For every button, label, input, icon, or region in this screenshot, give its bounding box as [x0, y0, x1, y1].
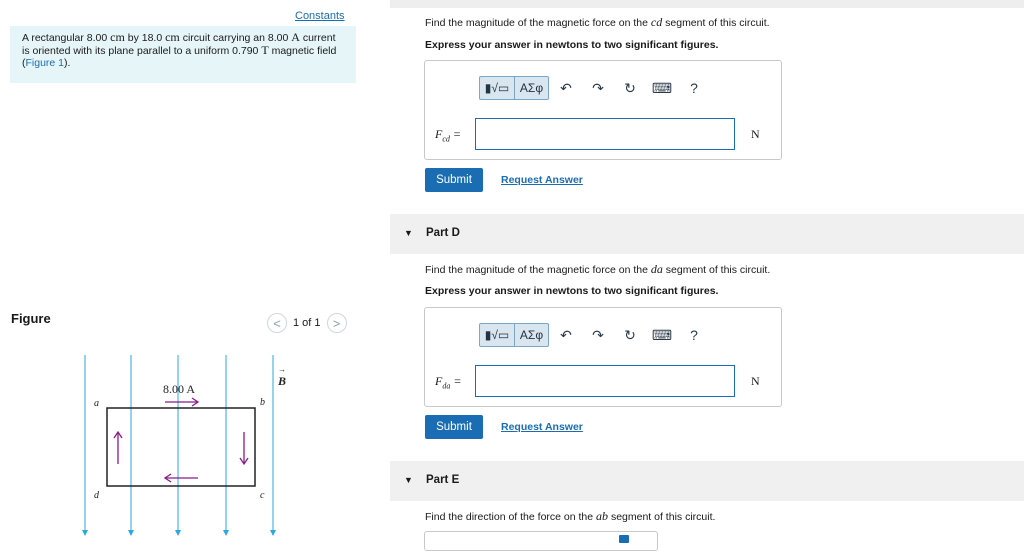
circuit-figure: 8.00 A B → a b c d — [82, 355, 286, 536]
math-toolbar: ▮√▭ ΑΣφ ↶ ↷ ↻ ⌨ ? — [479, 322, 709, 348]
template-group: ▮√▭ ΑΣφ — [479, 323, 549, 347]
templates-button[interactable]: ▮√▭ — [480, 77, 514, 99]
undo-icon[interactable]: ↶ — [551, 77, 581, 99]
collapse-icon: ▼ — [404, 228, 413, 238]
submit-button[interactable]: Submit — [425, 168, 483, 192]
part-header-stub — [390, 0, 1024, 8]
figure-link[interactable]: Figure 1 — [26, 57, 65, 69]
request-answer-link[interactable]: Request Answer — [501, 174, 583, 186]
help-icon[interactable]: ? — [679, 324, 709, 346]
redo-icon[interactable]: ↷ — [583, 77, 613, 99]
request-answer-link[interactable]: Request Answer — [501, 421, 583, 433]
chevron-down-icon — [619, 535, 629, 543]
part-c-answer-panel: ▮√▭ ΑΣφ ↶ ↷ ↻ ⌨ ? Fcd = N — [424, 60, 782, 160]
corner-d-label: d — [94, 490, 100, 501]
part-d-instruction: Express your answer in newtons to two si… — [425, 285, 719, 297]
figure-title: Figure — [11, 311, 51, 326]
part-e-prompt: Find the direction of the force on the a… — [425, 509, 716, 523]
corner-a-label: a — [94, 398, 99, 409]
help-icon[interactable]: ? — [679, 77, 709, 99]
reset-icon[interactable]: ↻ — [615, 77, 645, 99]
greek-button[interactable]: ΑΣφ — [514, 324, 548, 346]
circuit-loop — [106, 407, 256, 487]
pager-text: 1 of 1 — [293, 317, 321, 329]
questions-panel: Find the magnitude of the magnetic force… — [390, 0, 1024, 551]
keyboard-icon[interactable]: ⌨ — [647, 324, 677, 346]
current-label: 8.00 A — [163, 382, 195, 396]
collapse-icon: ▼ — [404, 475, 413, 485]
answer-label: Fcd = — [435, 127, 462, 144]
part-e-header[interactable]: ▼ Part E — [390, 461, 1024, 501]
answer-input[interactable] — [475, 365, 735, 397]
unit-label: N — [751, 374, 760, 388]
figure-pager: < 1 of 1 > — [267, 313, 347, 333]
part-c-instruction: Express your answer in newtons to two si… — [425, 39, 719, 51]
submit-button[interactable]: Submit — [425, 415, 483, 439]
answer-label: Fda = — [435, 374, 462, 391]
part-d-header[interactable]: ▼ Part D — [390, 214, 1024, 254]
templates-button[interactable]: ▮√▭ — [480, 324, 514, 346]
unit-label: N — [751, 127, 760, 141]
greek-button[interactable]: ΑΣφ — [514, 77, 548, 99]
part-d-prompt: Find the magnitude of the magnetic force… — [425, 262, 771, 276]
undo-icon[interactable]: ↶ — [551, 324, 581, 346]
part-c-prompt: Find the magnitude of the magnetic force… — [425, 15, 770, 29]
keyboard-icon[interactable]: ⌨ — [647, 77, 677, 99]
corner-c-label: c — [260, 490, 265, 501]
vector-arrow-icon: → — [278, 365, 286, 374]
corner-b-label: b — [260, 397, 265, 408]
part-d-title: Part D — [426, 227, 460, 239]
prev-figure-button[interactable]: < — [267, 313, 287, 333]
next-figure-button[interactable]: > — [326, 313, 347, 333]
reset-icon[interactable]: ↻ — [615, 324, 645, 346]
direction-dropdown[interactable] — [424, 531, 658, 551]
problem-panel: Constants A rectangular 8.00 cm by 18.0 … — [0, 0, 370, 545]
template-group: ▮√▭ ΑΣφ — [479, 76, 549, 100]
field-label: B — [277, 374, 286, 388]
constants-link[interactable]: Constants — [295, 10, 345, 22]
part-d-answer-panel: ▮√▭ ΑΣφ ↶ ↷ ↻ ⌨ ? Fda = N — [424, 307, 782, 407]
answer-input[interactable] — [475, 118, 735, 150]
math-toolbar: ▮√▭ ΑΣφ ↶ ↷ ↻ ⌨ ? — [479, 75, 709, 101]
redo-icon[interactable]: ↷ — [583, 324, 613, 346]
problem-statement: A rectangular 8.00 cm by 18.0 cm circuit… — [10, 26, 356, 83]
part-e-title: Part E — [426, 474, 460, 486]
